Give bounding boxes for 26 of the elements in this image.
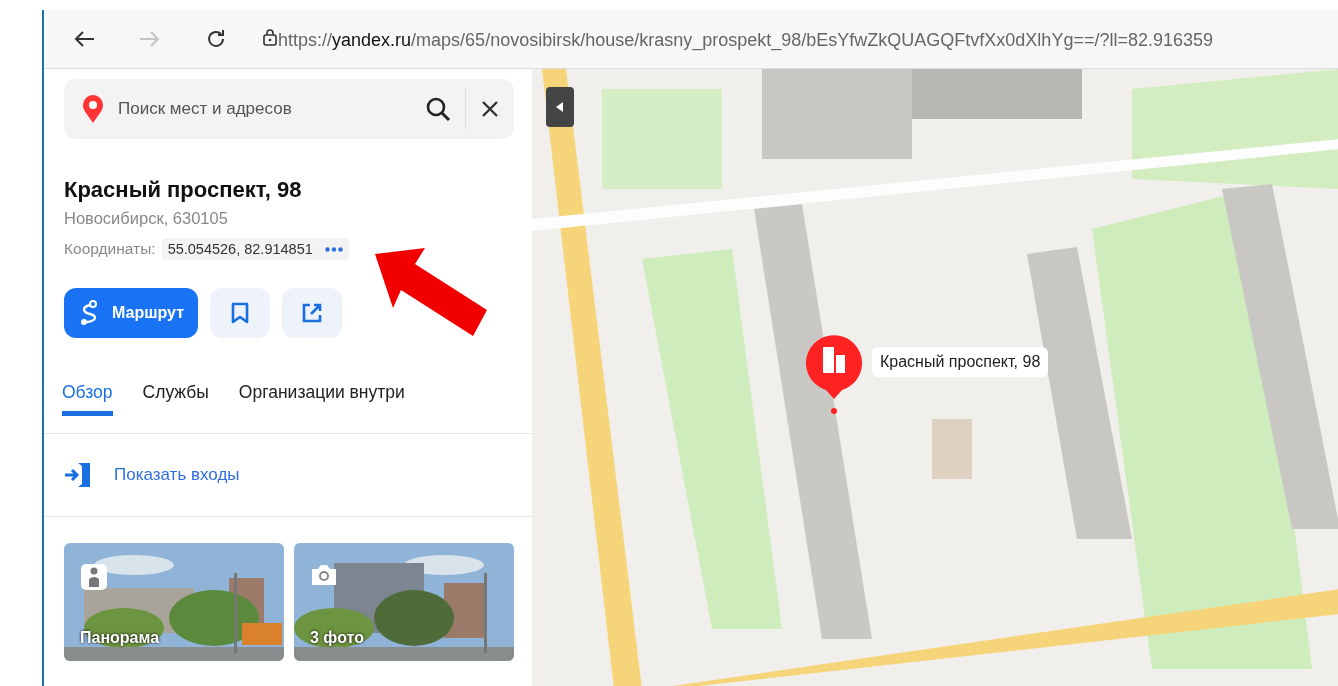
camera-icon	[310, 563, 338, 587]
coordinates-label: Координаты:	[64, 240, 156, 258]
bookmark-button[interactable]	[210, 288, 271, 338]
search-field[interactable]: Поиск мест и адресов	[118, 99, 411, 119]
show-entrances-link[interactable]: Показать входы	[114, 465, 240, 485]
collapse-panel-button[interactable]	[546, 87, 574, 127]
share-icon	[301, 302, 324, 324]
triangle-left-icon	[556, 102, 564, 112]
place-address: Новосибирск, 630105	[64, 209, 228, 228]
panorama-icon	[80, 563, 108, 591]
lock-icon	[262, 27, 278, 46]
share-button[interactable]	[282, 288, 343, 338]
tab[interactable]: Службы	[142, 382, 209, 416]
map-pin-icon	[82, 94, 104, 124]
place-title: Красный проспект, 98	[64, 177, 302, 203]
coordinates-value[interactable]: 55.054526, 82.914851	[161, 238, 349, 260]
tile-label: 3 фото	[310, 629, 364, 647]
search-icon[interactable]	[425, 96, 451, 122]
place-label: Красный проспект, 98	[872, 347, 1049, 377]
bookmark-icon	[231, 302, 250, 324]
close-icon[interactable]	[480, 99, 500, 119]
route-button[interactable]: Маршрут	[64, 288, 199, 338]
photos-tile[interactable]: 3 фото	[294, 543, 514, 661]
tab[interactable]: Обзор	[62, 382, 113, 416]
more-icon[interactable]	[324, 246, 343, 252]
tab[interactable]: Организации внутри	[238, 382, 405, 416]
